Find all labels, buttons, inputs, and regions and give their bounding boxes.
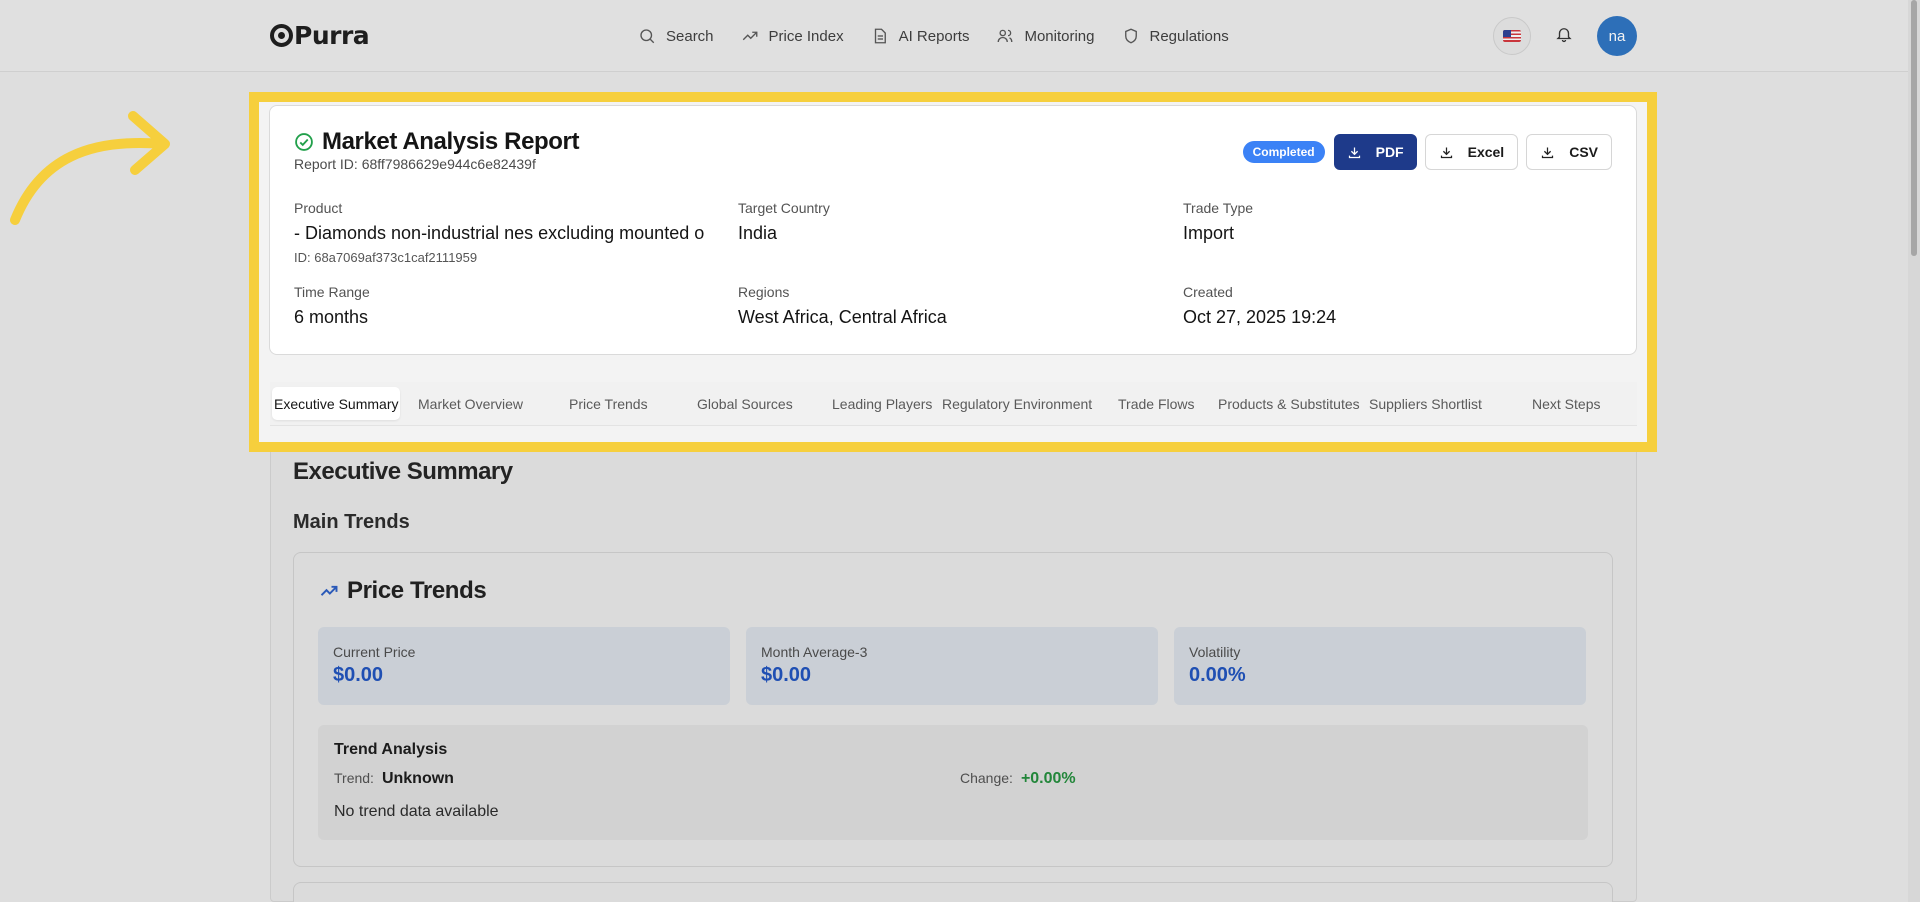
download-icon: [1440, 147, 1452, 158]
field-value: - Diamonds non-industrial nes excluding …: [294, 223, 705, 243]
panel-title-text: Price Trends: [347, 577, 487, 604]
report-header-card: Market Analysis Report Report ID: 68ff79…: [269, 105, 1637, 355]
field-created: Created Oct 27, 2025 19:24: [1183, 284, 1336, 328]
button-label: Excel: [1467, 144, 1505, 160]
metric-label: Volatility: [1189, 644, 1241, 660]
metric-volatility: Volatility 0.00%: [1174, 627, 1586, 705]
document-icon: [874, 28, 886, 44]
nav-label: Search: [666, 27, 714, 45]
field-value: Import: [1183, 223, 1235, 243]
tab-products-substitutes[interactable]: Products & Substitutes: [1218, 387, 1360, 420]
nav-label: Price Index: [768, 27, 844, 45]
nav-price-index[interactable]: Price Index: [741, 22, 844, 50]
main-trends-heading: Main Trends: [293, 511, 410, 533]
user-avatar[interactable]: na: [1597, 16, 1637, 56]
tab-executive-summary[interactable]: Executive Summary: [272, 387, 401, 420]
nav-search[interactable]: Search: [638, 22, 714, 50]
language-selector[interactable]: [1493, 17, 1531, 55]
download-icon: [1542, 147, 1554, 158]
top-navigation-bar: Purra Search Price Index AI Reports Moni…: [0, 0, 1908, 72]
price-trends-heading: Price Trends: [319, 577, 487, 605]
button-label: PDF: [1375, 144, 1404, 160]
us-flag-icon: [1503, 30, 1521, 42]
field-label: Created: [1183, 284, 1233, 300]
trend-analysis-title: Trend Analysis: [334, 741, 448, 758]
report-title: Market Analysis Report: [322, 128, 580, 155]
trend-value: Unknown: [381, 770, 454, 787]
tab-price-trends[interactable]: Price Trends: [569, 387, 648, 420]
field-label: Product: [294, 200, 343, 216]
trending-up-icon: [742, 31, 757, 41]
tab-market-overview[interactable]: Market Overview: [418, 387, 523, 420]
metric-value: 0.00%: [1189, 664, 1246, 686]
page-scrollbar[interactable]: [1908, 0, 1920, 902]
tab-trade-flows[interactable]: Trade Flows: [1118, 387, 1195, 420]
tab-leading-players[interactable]: Leading Players: [832, 387, 932, 420]
field-target-country: Target Country India: [738, 200, 830, 244]
nav-ai-reports[interactable]: AI Reports: [871, 22, 970, 50]
trending-up-icon: [320, 585, 338, 596]
change-value: +0.00%: [1020, 770, 1076, 787]
change-row: Change: +0.00%: [960, 770, 1076, 788]
metric-label: Current Price: [333, 644, 416, 660]
field-trade-type: Trade Type Import: [1183, 200, 1253, 244]
tab-suppliers-shortlist[interactable]: Suppliers Shortlist: [1369, 387, 1482, 420]
product-id: ID: 68a7069af373c1caf2111959: [294, 250, 478, 265]
field-product: Product - Diamonds non-industrial nes ex…: [294, 200, 714, 265]
export-csv-button[interactable]: CSV: [1526, 134, 1612, 170]
nav-label: AI Reports: [898, 27, 970, 45]
field-value: Oct 27, 2025 19:24: [1183, 307, 1337, 327]
download-icon: [1348, 147, 1360, 158]
metric-current-price: Current Price $0.00: [318, 627, 730, 705]
status-badge: Completed: [1242, 141, 1325, 163]
button-label: CSV: [1569, 144, 1598, 160]
metric-label: Month Average-3: [761, 644, 868, 660]
change-label: Change:: [960, 770, 1013, 786]
tab-global-sources[interactable]: Global Sources: [697, 387, 793, 420]
logo-text: Purra: [294, 20, 370, 50]
field-value: 6 months: [294, 307, 369, 327]
metric-value: $0.00: [761, 664, 812, 686]
next-section-panel: [293, 882, 1613, 902]
price-trends-panel: Price Trends Current Price $0.00 Month A…: [293, 552, 1613, 867]
purra-logo[interactable]: Purra: [270, 20, 370, 50]
main-nav: Search Price Index AI Reports Monitoring…: [638, 22, 1229, 50]
trend-label: Trend:: [334, 770, 374, 786]
scrollbar-thumb[interactable]: [1911, 0, 1917, 256]
metric-month-average: Month Average-3 $0.00: [746, 627, 1158, 705]
report-tabs: Executive Summary Market Overview Price …: [270, 382, 1637, 426]
search-icon: [640, 29, 655, 44]
check-circle-icon: [295, 133, 313, 151]
field-value: West Africa, Central Africa: [738, 307, 947, 327]
nav-monitoring[interactable]: Monitoring: [996, 22, 1095, 50]
field-label: Regions: [738, 284, 790, 300]
field-label: Target Country: [738, 200, 830, 216]
trend-row: Trend: Unknown: [334, 770, 454, 788]
notifications-button[interactable]: [1555, 25, 1575, 47]
report-id: Report ID: 68ff7986629e944c6e82439f: [294, 156, 536, 172]
field-regions: Regions West Africa, Central Africa: [738, 284, 947, 328]
field-label: Time Range: [294, 284, 370, 300]
nav-label: Monitoring: [1024, 27, 1095, 45]
bell-icon: [1556, 28, 1572, 43]
export-excel-button[interactable]: Excel: [1424, 134, 1519, 170]
field-label: Trade Type: [1183, 200, 1254, 216]
tab-regulatory-environment[interactable]: Regulatory Environment: [942, 387, 1092, 420]
section-title: Executive Summary: [293, 458, 513, 485]
nav-regulations[interactable]: Regulations: [1122, 22, 1229, 50]
tab-next-steps[interactable]: Next Steps: [1532, 387, 1600, 420]
nav-label: Regulations: [1149, 27, 1229, 45]
annotation-arrow-icon: [10, 111, 170, 225]
shield-icon: [1124, 28, 1137, 44]
users-icon: [998, 29, 1013, 43]
metric-value: $0.00: [333, 664, 384, 686]
field-time-range: Time Range 6 months: [294, 284, 370, 328]
field-value: India: [738, 223, 778, 243]
logo-mark-icon: [270, 23, 293, 47]
trend-analysis-box: Trend Analysis Trend: Unknown Change: +0…: [318, 725, 1588, 840]
trend-note: No trend data available: [334, 803, 499, 820]
export-pdf-button[interactable]: PDF: [1333, 134, 1417, 170]
